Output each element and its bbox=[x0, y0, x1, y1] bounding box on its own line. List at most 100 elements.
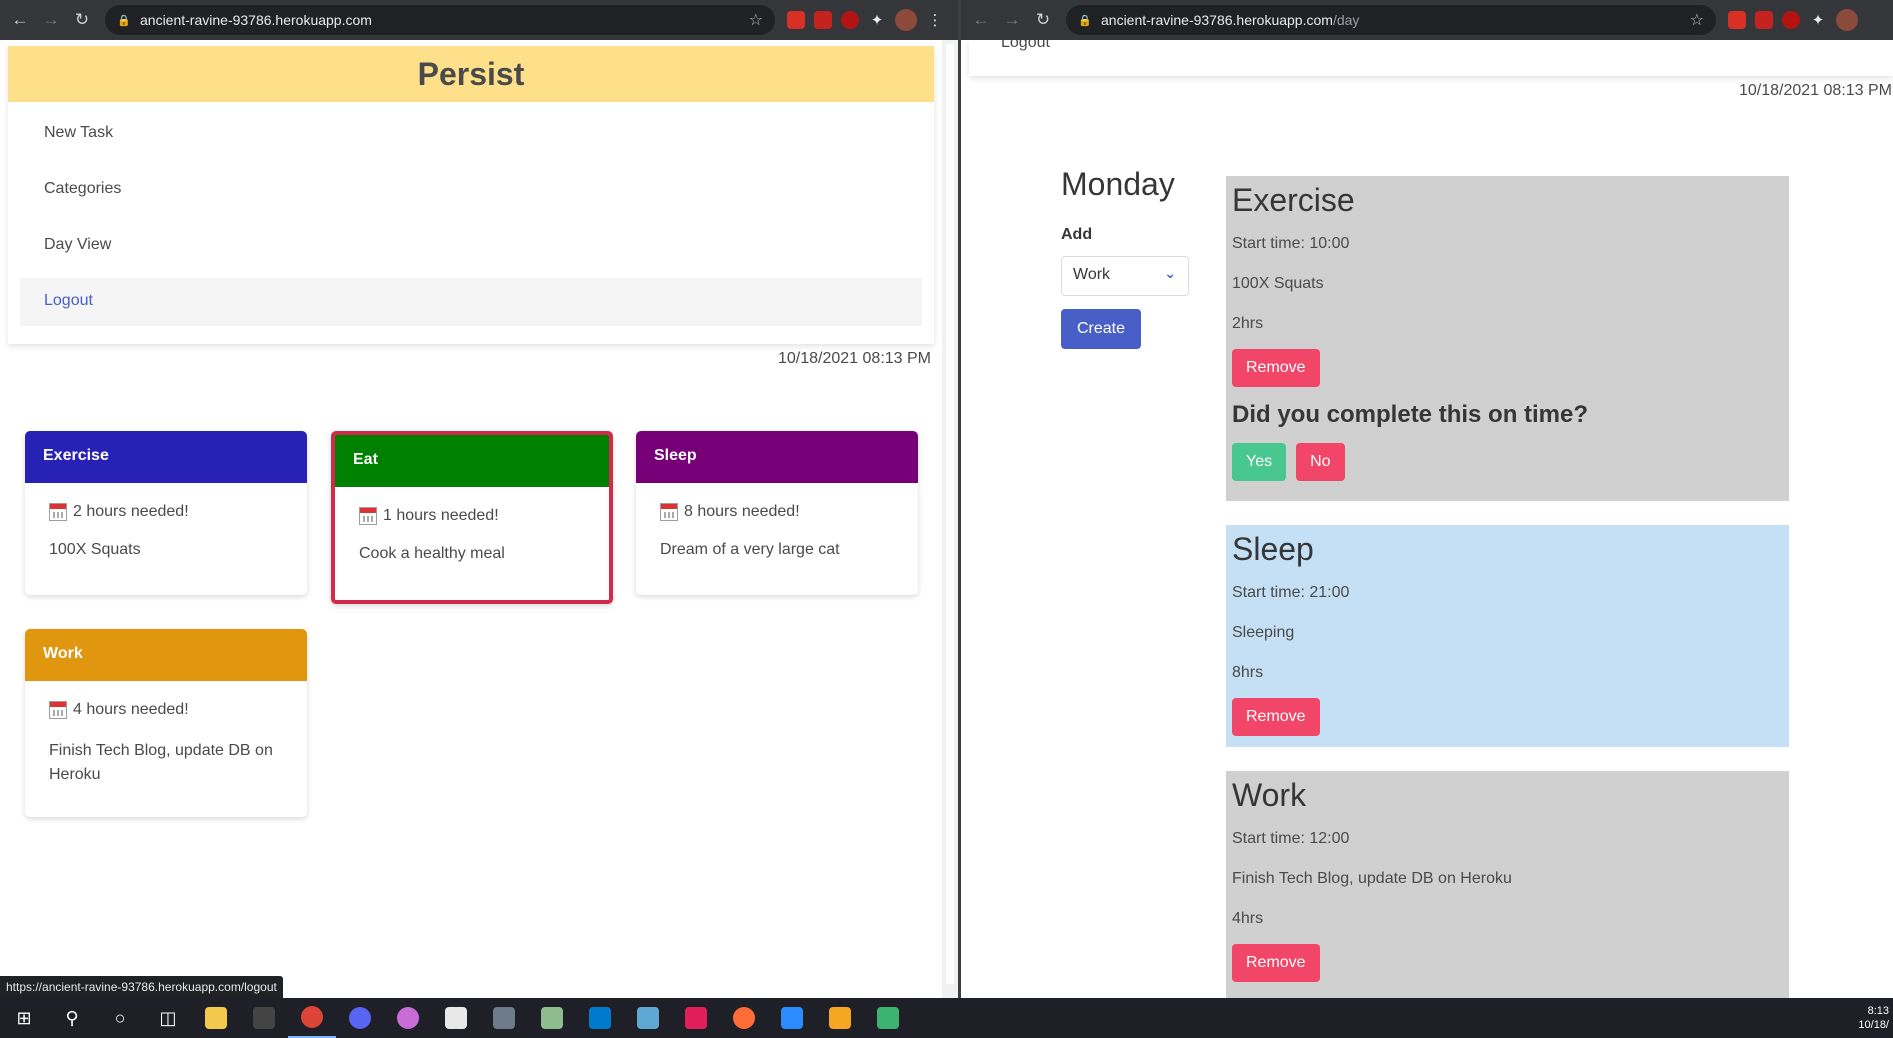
remove-button[interactable]: Remove bbox=[1232, 349, 1320, 387]
right-extensions: ✦ bbox=[1728, 9, 1858, 31]
menu-item-categories[interactable]: Categories bbox=[20, 166, 922, 214]
right-url-path: /day bbox=[1332, 12, 1360, 28]
brand-title: Persist bbox=[8, 46, 934, 102]
task-start-time: Start time: 10:00 bbox=[1232, 235, 1350, 252]
right-address-bar[interactable]: 🔒 ancient-ravine-93786.herokuapp.com/day… bbox=[1066, 5, 1716, 35]
left-browser-toolbar: ← → ↻ 🔒 ancient-ravine-93786.herokuapp.c… bbox=[0, 0, 958, 40]
profile-avatar[interactable] bbox=[895, 9, 917, 31]
card-header: Work bbox=[25, 629, 307, 681]
profile-avatar[interactable] bbox=[1836, 9, 1858, 31]
card-header: Eat bbox=[335, 435, 609, 487]
lock-icon: 🔒 bbox=[1078, 14, 1092, 27]
extension-icon[interactable] bbox=[1755, 11, 1773, 29]
task-start-time: Start time: 12:00 bbox=[1232, 830, 1350, 847]
file-explorer-icon[interactable] bbox=[192, 998, 240, 1038]
navbar: Logout bbox=[969, 40, 1893, 76]
postman-icon[interactable] bbox=[720, 998, 768, 1038]
menu-item-new-task[interactable]: New Task bbox=[20, 110, 922, 158]
task-description: 100X Squats bbox=[1232, 275, 1324, 292]
paint-icon[interactable] bbox=[384, 998, 432, 1038]
task-title: Exercise bbox=[1232, 182, 1355, 218]
task-title: Work bbox=[1232, 777, 1307, 813]
task-view-icon[interactable]: ◫ bbox=[144, 998, 192, 1038]
remove-button[interactable]: Remove bbox=[1232, 944, 1320, 982]
card-description: Finish Tech Blog, update DB on Heroku bbox=[49, 742, 273, 783]
menu-item-logout[interactable]: Logout bbox=[20, 278, 922, 326]
clock-time: 8:13 bbox=[1867, 1005, 1889, 1017]
no-button[interactable]: No bbox=[1296, 443, 1345, 481]
hours-needed: 2 hours needed! bbox=[73, 503, 189, 520]
search-icon[interactable]: ⚲ bbox=[48, 998, 96, 1038]
puzzle-icon[interactable]: ✦ bbox=[1809, 11, 1827, 29]
system-clock[interactable]: 8:13 10/18/ bbox=[1858, 1004, 1893, 1032]
task-duration: 4hrs bbox=[1232, 910, 1264, 927]
hours-needed: 1 hours needed! bbox=[383, 507, 499, 524]
app-icon[interactable] bbox=[624, 998, 672, 1038]
task-start-time: Start time: 21:00 bbox=[1232, 584, 1350, 601]
bookmark-star-icon[interactable]: ☆ bbox=[1690, 10, 1704, 30]
task-block-exercise: Exercise Start time: 10:00 100X Squats 2… bbox=[1226, 176, 1789, 501]
task-duration: 8hrs bbox=[1232, 664, 1264, 681]
create-button[interactable]: Create bbox=[1061, 309, 1141, 349]
extension-icon[interactable] bbox=[1728, 11, 1746, 29]
windows-taskbar: ⊞ ⚲ ○ ◫ 8:13 10/18/ bbox=[0, 998, 1893, 1038]
vscode-icon[interactable] bbox=[576, 998, 624, 1038]
calculator-icon[interactable] bbox=[480, 998, 528, 1038]
extension-icon[interactable] bbox=[787, 11, 805, 29]
forward-icon[interactable]: → bbox=[1001, 9, 1023, 31]
app-icon[interactable] bbox=[864, 998, 912, 1038]
category-card-sleep[interactable]: Sleep 8 hours needed! Dream of a very la… bbox=[636, 431, 918, 595]
extension-icon[interactable] bbox=[1782, 11, 1800, 29]
left-scrollbar[interactable] bbox=[942, 40, 958, 998]
timestamp: 10/18/2021 08:13 PM bbox=[778, 350, 932, 367]
left-page: Persist New Task Categories Day View Log… bbox=[0, 40, 958, 998]
zoom-icon[interactable] bbox=[768, 998, 816, 1038]
calendar-icon bbox=[49, 701, 67, 719]
reload-icon[interactable]: ↻ bbox=[71, 9, 93, 31]
category-select[interactable]: Work ⌄ bbox=[1061, 256, 1189, 296]
extension-icon[interactable] bbox=[841, 11, 859, 29]
category-card-work[interactable]: Work 4 hours needed! Finish Tech Blog, u… bbox=[25, 629, 307, 817]
app-icon[interactable] bbox=[528, 998, 576, 1038]
calendar-icon bbox=[660, 503, 678, 521]
discord-icon[interactable] bbox=[336, 998, 384, 1038]
slack-icon[interactable] bbox=[672, 998, 720, 1038]
card-description: Dream of a very large cat bbox=[660, 541, 840, 558]
yes-button[interactable]: Yes bbox=[1232, 443, 1287, 481]
menu-item-logout[interactable]: Logout bbox=[1001, 40, 1050, 52]
right-browser-toolbar: ← → ↻ 🔒 ancient-ravine-93786.herokuapp.c… bbox=[961, 0, 1893, 40]
category-card-exercise[interactable]: Exercise 2 hours needed! 100X Squats bbox=[25, 431, 307, 595]
store-icon[interactable] bbox=[240, 998, 288, 1038]
task-description: Finish Tech Blog, update DB on Heroku bbox=[1232, 870, 1512, 887]
kebab-menu-icon[interactable]: ⋮ bbox=[926, 11, 944, 29]
task-block-sleep: Sleep Start time: 21:00 Sleeping 8hrs Re… bbox=[1226, 525, 1789, 747]
forward-icon[interactable]: → bbox=[40, 9, 62, 31]
extension-icon[interactable] bbox=[814, 11, 832, 29]
completion-question: Did you complete this on time? bbox=[1232, 401, 1589, 428]
task-title: Sleep bbox=[1232, 531, 1314, 567]
card-description: 100X Squats bbox=[49, 541, 141, 558]
left-url-text: ancient-ravine-93786.herokuapp.com bbox=[140, 12, 372, 28]
app-icon[interactable] bbox=[816, 998, 864, 1038]
back-icon[interactable]: ← bbox=[970, 9, 992, 31]
chrome-icon[interactable] bbox=[288, 998, 336, 1038]
timestamp: 10/18/2021 08:13 PM bbox=[1739, 82, 1893, 99]
windows-start-icon[interactable]: ⊞ bbox=[0, 998, 48, 1038]
bookmark-star-icon[interactable]: ☆ bbox=[749, 10, 763, 30]
back-icon[interactable]: ← bbox=[9, 9, 31, 31]
left-address-bar[interactable]: 🔒 ancient-ravine-93786.herokuapp.com ☆ bbox=[105, 5, 775, 35]
cortana-icon[interactable]: ○ bbox=[96, 998, 144, 1038]
notepad-icon[interactable] bbox=[432, 998, 480, 1038]
reload-icon[interactable]: ↻ bbox=[1032, 9, 1054, 31]
card-header: Exercise bbox=[25, 431, 307, 483]
chevron-down-icon: ⌄ bbox=[1164, 265, 1176, 281]
left-extensions: ✦ ⋮ bbox=[787, 9, 944, 31]
right-page: Logout 10/18/2021 08:13 PM Monday Add Wo… bbox=[961, 40, 1893, 998]
clock-date: 10/18/ bbox=[1858, 1019, 1889, 1031]
lock-icon: 🔒 bbox=[117, 14, 131, 27]
task-description: Sleeping bbox=[1232, 624, 1295, 641]
puzzle-icon[interactable]: ✦ bbox=[868, 11, 886, 29]
menu-item-day-view[interactable]: Day View bbox=[20, 222, 922, 270]
category-card-eat[interactable]: Eat 1 hours needed! Cook a healthy meal bbox=[331, 431, 613, 604]
remove-button[interactable]: Remove bbox=[1232, 698, 1320, 736]
